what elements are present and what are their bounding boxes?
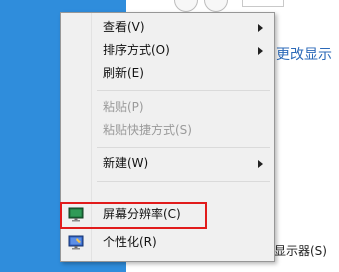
screenshot-stage: 更改显示 显示器(S) 查看(V) 排序方式(O) 刷新(E) 粘贴(P) 粘贴… (0, 0, 339, 272)
menu-item-label: 个性化(R) (103, 235, 157, 249)
menu-item-paste[interactable]: 粘贴(P) (61, 97, 274, 119)
change-display-link[interactable]: 更改显示 (276, 44, 332, 64)
window-nav-buttons (174, 0, 228, 12)
personalize-icon (68, 235, 84, 250)
menu-item-refresh[interactable]: 刷新(E) (61, 63, 274, 85)
menu-item-view[interactable]: 查看(V) (61, 17, 274, 39)
menu-item-label: 查看(V) (103, 20, 145, 34)
menu-item-label: 新建(W) (103, 156, 149, 170)
back-button[interactable] (174, 0, 198, 12)
menu-separator (97, 147, 270, 148)
menu-separator (97, 90, 270, 91)
menu-item-label: 粘贴快捷方式(S) (103, 123, 192, 137)
submenu-arrow-icon (258, 24, 263, 32)
forward-button[interactable] (204, 0, 228, 12)
submenu-arrow-icon (258, 47, 263, 55)
menu-item-label: 刷新(E) (103, 66, 144, 80)
menu-item-label: 排序方式(O) (103, 43, 170, 57)
menu-item-personalize[interactable]: 个性化(R) (61, 232, 274, 254)
display-label: 显示器(S) (274, 244, 327, 258)
address-bar[interactable] (242, 0, 284, 7)
menu-item-label: 粘贴(P) (103, 100, 144, 114)
menu-item-sort-by[interactable]: 排序方式(O) (61, 40, 274, 62)
menu-item-paste-shortcut[interactable]: 粘贴快捷方式(S) (61, 120, 274, 142)
submenu-arrow-icon (258, 160, 263, 168)
highlight-annotation (60, 202, 207, 229)
menu-item-new[interactable]: 新建(W) (61, 153, 274, 175)
menu-separator (97, 181, 270, 182)
